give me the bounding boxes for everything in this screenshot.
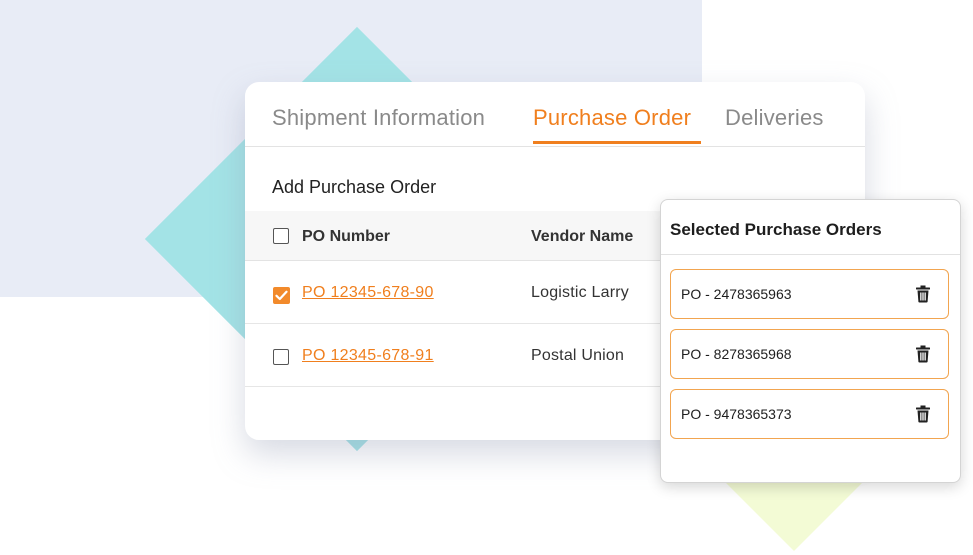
selected-po-label: PO - 9478365373: [681, 406, 792, 422]
selected-purchase-orders-panel: Selected Purchase Orders PO - 2478365963…: [660, 199, 961, 483]
tab-purchase-order[interactable]: Purchase Order: [533, 105, 691, 131]
section-title: Add Purchase Order: [272, 177, 437, 197]
trash-icon[interactable]: [915, 345, 931, 363]
select-all-checkbox[interactable]: [273, 228, 289, 244]
selected-po-item: PO - 8278365968: [670, 329, 949, 379]
po-number-link[interactable]: PO 12345-678-91: [302, 347, 434, 365]
checkmark-icon: [275, 290, 288, 301]
po-number-link[interactable]: PO 12345-678-90: [302, 284, 434, 302]
column-header-vendor-name: Vendor Name: [531, 228, 634, 245]
active-tab-indicator: [533, 141, 701, 144]
row-checkbox[interactable]: [273, 349, 289, 365]
tab-bar: Shipment Information Purchase Order Deli…: [245, 82, 865, 147]
selected-po-item: PO - 9478365373: [670, 389, 949, 439]
tab-shipment-information[interactable]: Shipment Information: [272, 105, 485, 131]
selected-po-label: PO - 8278365968: [681, 346, 792, 362]
tab-deliveries[interactable]: Deliveries: [725, 105, 824, 131]
selected-po-item: PO - 2478365963: [670, 269, 949, 319]
trash-icon[interactable]: [915, 405, 931, 423]
panel-title: Selected Purchase Orders: [670, 220, 882, 239]
selected-po-label: PO - 2478365963: [681, 286, 792, 302]
row-checkbox-checked[interactable]: [273, 287, 290, 304]
vendor-name: Logistic Larry: [531, 284, 629, 301]
trash-icon[interactable]: [915, 285, 931, 303]
panel-divider: [661, 254, 960, 255]
column-header-po-number: PO Number: [302, 228, 391, 245]
vendor-name: Postal Union: [531, 347, 625, 364]
